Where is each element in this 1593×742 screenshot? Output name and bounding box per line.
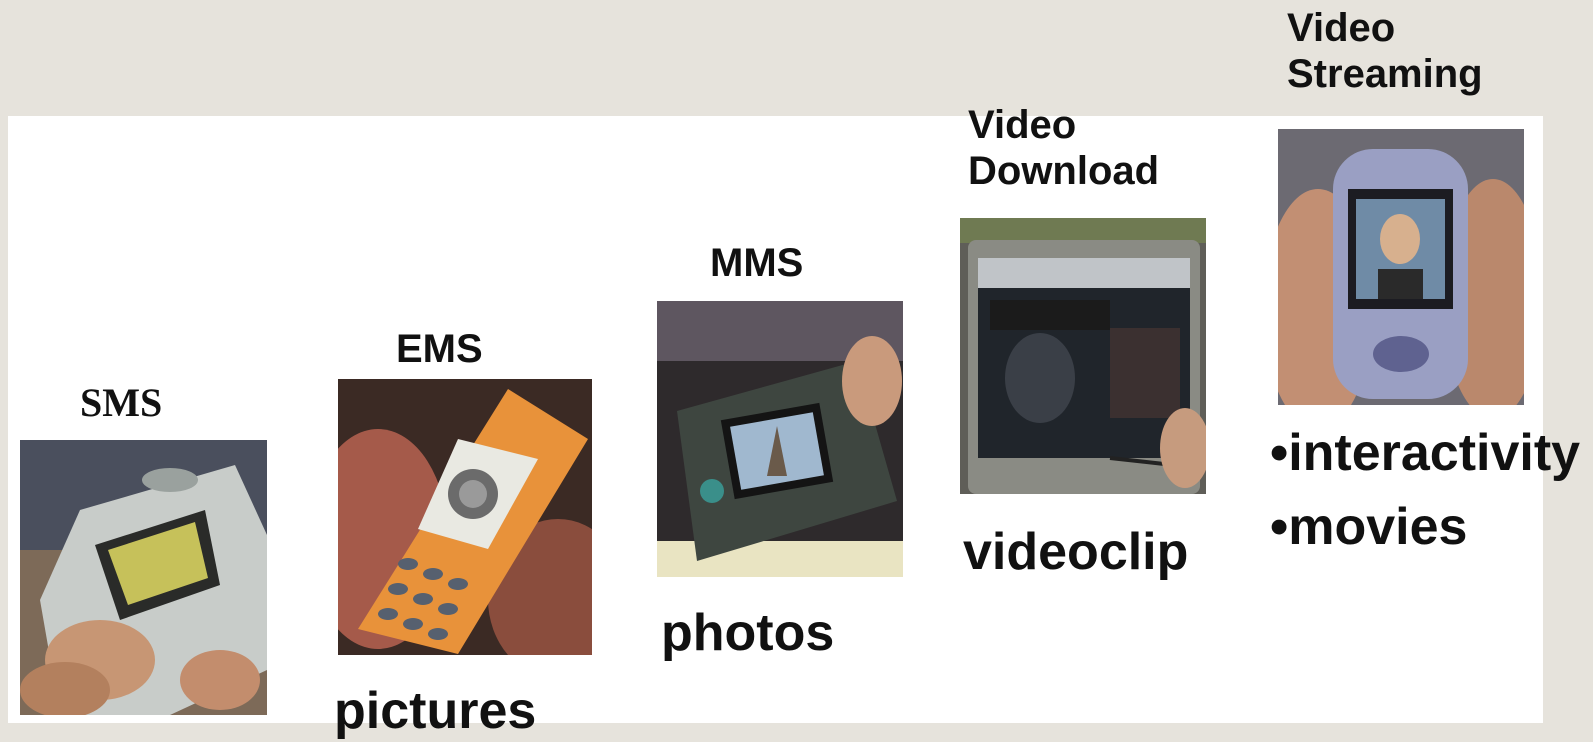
pda-video-icon	[960, 218, 1206, 494]
video-download-caption: videoclip	[963, 523, 1189, 581]
mobile-phone-sms-icon	[20, 440, 267, 715]
ems-caption: pictures	[334, 682, 537, 740]
video-streaming-phone-photo	[1278, 129, 1524, 405]
video-phone-icon	[1278, 129, 1524, 405]
video-streaming-title-line2: Streaming	[1287, 52, 1483, 96]
mobile-phone-ems-icon	[338, 379, 592, 655]
video-download-title-line2: Download	[968, 149, 1160, 193]
video-streaming-bullets: •interactivity •movies	[1270, 416, 1580, 564]
mms-title: MMS	[710, 241, 804, 285]
video-streaming-title: Video Streaming	[1287, 5, 1483, 97]
bullet-movies: •movies	[1270, 498, 1468, 556]
sms-title: SMS	[80, 380, 163, 425]
video-download-title-line1: Video	[968, 103, 1077, 147]
ems-title: EMS	[396, 327, 483, 371]
video-download-pda-photo	[960, 218, 1206, 494]
ems-phone-photo	[338, 379, 592, 655]
video-streaming-title-line1: Video	[1287, 6, 1396, 50]
bullet-interactivity: •interactivity	[1270, 424, 1581, 482]
sms-phone-photo	[20, 440, 267, 715]
camera-phone-icon	[657, 301, 903, 577]
mms-caption: photos	[661, 604, 835, 662]
mms-camera-photo	[657, 301, 903, 577]
video-download-title: Video Download	[968, 102, 1159, 194]
